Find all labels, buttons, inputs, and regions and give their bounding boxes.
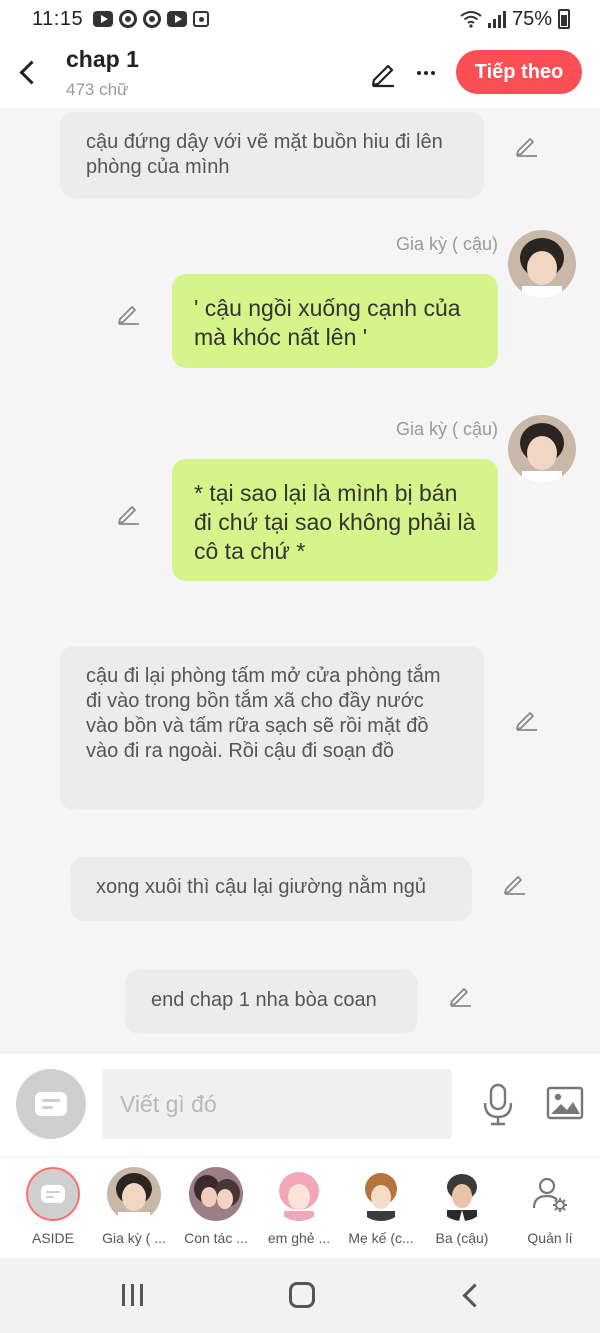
signal-icon: [487, 10, 506, 28]
chrome-icon: [143, 10, 162, 28]
system-nav-bar: [0, 1258, 600, 1333]
chat-bubble-icon: [41, 1185, 65, 1203]
avatar: [354, 1167, 408, 1221]
message-text: cậu đi lại phòng tấm mở cửa phòng tắm đi…: [86, 665, 441, 762]
speaker-name: Gia kỳ ( cậu): [395, 234, 498, 254]
word-count: 473 chữ: [66, 80, 129, 99]
header: chap 1 473 chữ Tiếp theo: [0, 38, 600, 108]
character-item-me-ke[interactable]: Mẹ kế (c...: [341, 1157, 421, 1259]
edit-pencil-icon[interactable]: [502, 870, 528, 896]
message-text: ' cậu ngồi xuống cạnh của mà khóc nất lê…: [194, 295, 461, 350]
character-label: Con tác ...: [184, 1230, 248, 1246]
character-label: Quản lí: [527, 1230, 573, 1246]
message-input[interactable]: [102, 1069, 452, 1139]
message-text: xong xuôi thì cậu lại giường nằm ngủ: [96, 876, 427, 898]
character-item-gia-ky[interactable]: Gia kỳ ( ...: [94, 1157, 174, 1259]
character-strip: ASIDE Gia kỳ ( ... Con tác ... em ghẻ ..…: [0, 1156, 600, 1258]
narration-bubble[interactable]: end chap 1 nha bòa coan: [125, 970, 418, 1034]
character-label: Ba (cậu): [435, 1230, 489, 1246]
battery-icon: [558, 9, 570, 29]
avatar: [435, 1167, 489, 1221]
avatar: [107, 1167, 161, 1221]
character-bubble[interactable]: * tại sao lại là mình bị bán đi chứ tại …: [172, 459, 498, 581]
avatar: [272, 1167, 326, 1221]
recent-apps-button[interactable]: [122, 1284, 146, 1306]
message-text: end chap 1 nha bòa coan: [151, 989, 377, 1011]
narration-bubble[interactable]: cậu đứng dậy với vẽ mặt buồn hiu đi lên …: [60, 112, 484, 198]
image-icon[interactable]: [546, 1085, 584, 1121]
speaker-name: Gia kỳ ( cậu): [395, 419, 498, 439]
avatar: [189, 1167, 243, 1221]
edit-pencil-icon[interactable]: [116, 300, 142, 326]
more-button[interactable]: [412, 58, 440, 88]
edit-pencil-icon[interactable]: [448, 982, 474, 1008]
chat-bubble-icon: [35, 1092, 67, 1116]
system-back-button[interactable]: [462, 1284, 480, 1306]
status-bar: 11:15 75%: [0, 0, 600, 38]
character-bubble[interactable]: ' cậu ngồi xuống cạnh của mà khóc nất lê…: [172, 274, 498, 368]
character-label: Gia kỳ ( ...: [102, 1230, 166, 1246]
chat-area[interactable]: cậu đứng dậy với vẽ mặt buồn hiu đi lên …: [0, 108, 600, 1052]
status-right: 75%: [460, 8, 570, 31]
edit-pencil-icon[interactable]: [116, 500, 142, 526]
character-item-con-tac[interactable]: Con tác ...: [176, 1157, 256, 1259]
microphone-icon[interactable]: [480, 1083, 516, 1127]
composer-bar: [0, 1052, 600, 1156]
page-title: chap 1: [66, 46, 139, 72]
narration-bubble[interactable]: cậu đi lại phòng tấm mở cửa phòng tắm đi…: [60, 646, 484, 810]
wifi-icon: [460, 11, 482, 28]
pencil-icon[interactable]: [368, 58, 398, 88]
notification-icons: [93, 10, 210, 28]
edit-pencil-icon[interactable]: [514, 132, 540, 158]
youtube-icon: [93, 11, 114, 27]
character-label: ASIDE: [31, 1230, 74, 1246]
message-text: cậu đứng dậy với vẽ mặt buồn hiu đi lên …: [86, 131, 443, 178]
aside-avatar: [26, 1167, 80, 1221]
avatar[interactable]: [508, 415, 576, 483]
camera-icon: [193, 11, 210, 27]
character-item-em-ghe[interactable]: em ghẻ ...: [259, 1157, 339, 1259]
home-button[interactable]: [289, 1282, 315, 1308]
manage-characters-icon: [523, 1167, 577, 1221]
character-label: em ghẻ ...: [267, 1230, 331, 1246]
next-chapter-button[interactable]: Tiếp theo: [456, 50, 582, 94]
character-label: Mẹ kế (c...: [348, 1230, 414, 1246]
back-button[interactable]: [14, 56, 42, 88]
chrome-icon: [119, 10, 138, 28]
character-item-quan-li[interactable]: Quản lí: [510, 1157, 590, 1259]
youtube-icon: [167, 11, 188, 27]
avatar[interactable]: [508, 230, 576, 298]
narration-bubble[interactable]: xong xuôi thì cậu lại giường nằm ngủ: [70, 857, 472, 921]
character-item-aside[interactable]: ASIDE: [13, 1157, 93, 1259]
status-time: 11:15: [32, 7, 84, 30]
aside-button[interactable]: [16, 1069, 86, 1139]
battery-percent: 75%: [511, 7, 552, 30]
character-item-ba[interactable]: Ba (cậu): [422, 1157, 502, 1259]
edit-pencil-icon[interactable]: [514, 706, 540, 732]
message-text: * tại sao lại là mình bị bán đi chứ tại …: [194, 480, 476, 564]
